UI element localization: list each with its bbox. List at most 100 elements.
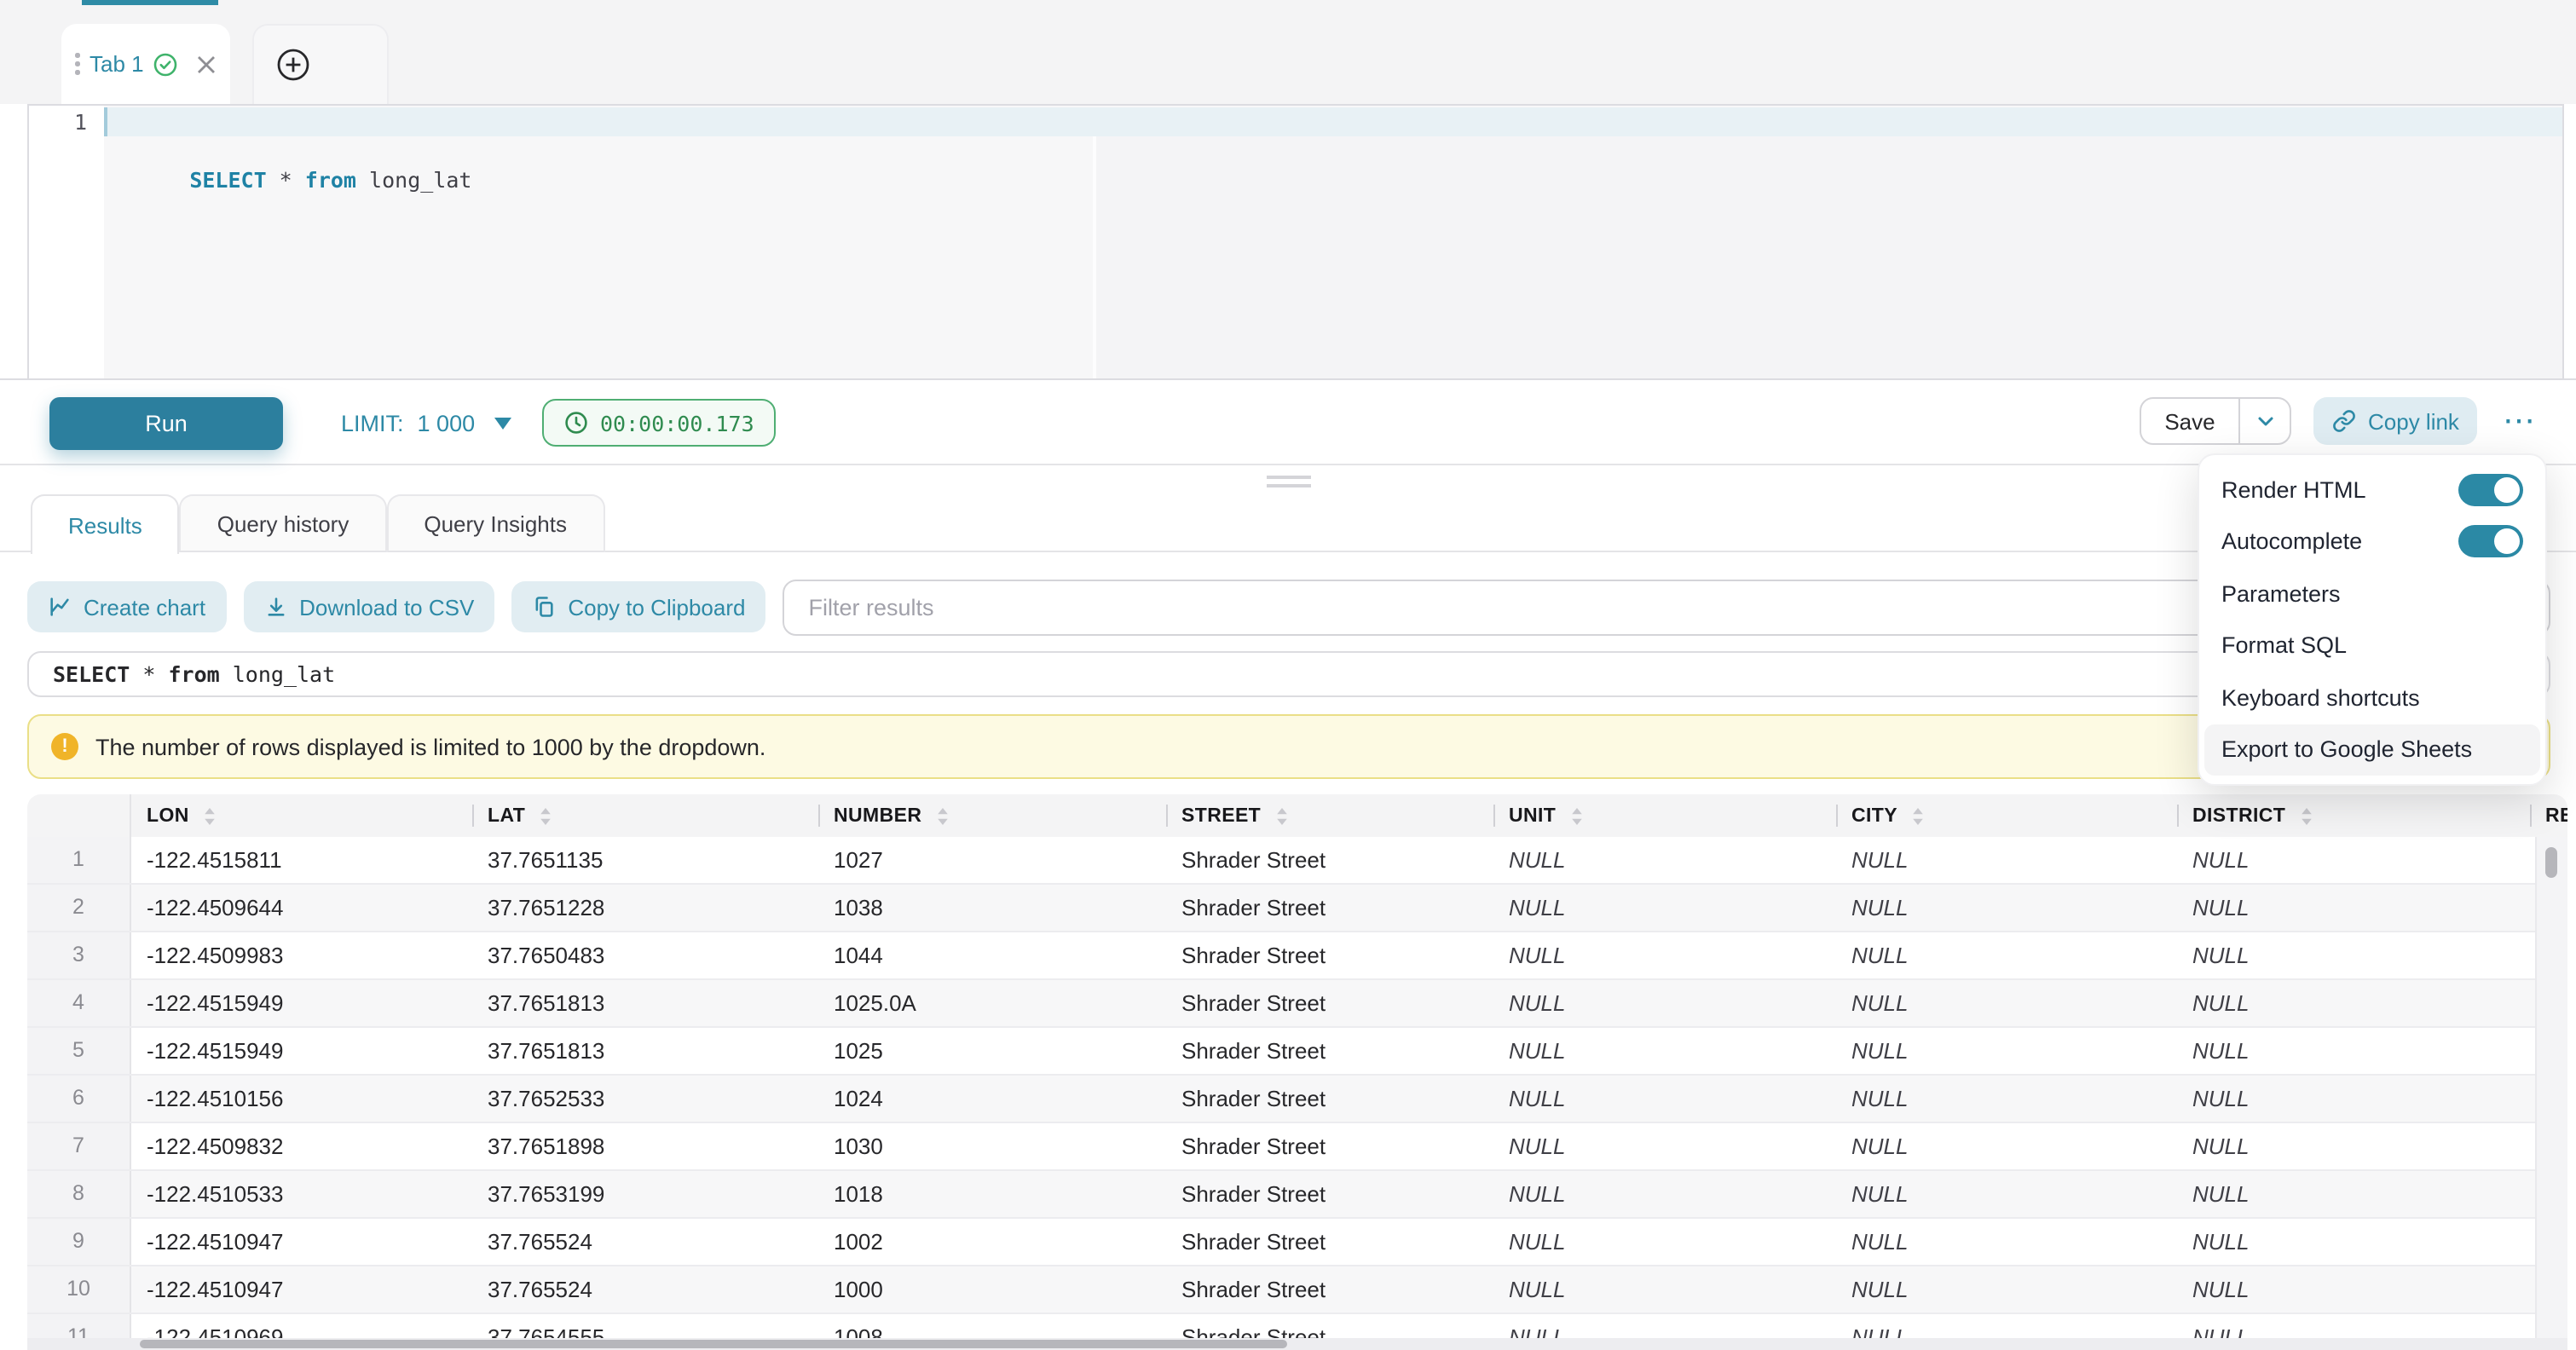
table-cell[interactable]: NULL (1493, 1266, 1836, 1312)
table-cell[interactable]: Shrader Street (1166, 885, 1493, 931)
table-cell[interactable]: 37.7651135 (472, 837, 818, 883)
table-row[interactable]: 4-122.451594937.76518131025.0AShrader St… (27, 980, 2567, 1028)
table-row[interactable]: 5-122.451594937.76518131025Shrader Stree… (27, 1028, 2567, 1076)
table-cell[interactable]: 37.7651898 (472, 1123, 818, 1169)
limit-dropdown[interactable]: LIMIT: 1 000 (341, 380, 511, 465)
table-cell[interactable]: NULL (1493, 1123, 1836, 1169)
table-cell[interactable]: NULL (1836, 1219, 2177, 1265)
menu-item-parameters[interactable]: Parameters (2199, 568, 2545, 620)
table-cell[interactable]: NULL (1836, 885, 2177, 931)
tab-query-insights[interactable]: Query Insights (386, 494, 604, 552)
table-cell[interactable]: NULL (2177, 932, 2530, 978)
table-cell[interactable]: NULL (1493, 1028, 1836, 1074)
table-cell[interactable]: Shrader Street (1166, 932, 1493, 978)
table-cell[interactable]: 1000 (818, 1266, 1166, 1312)
table-cell[interactable]: 37.7651813 (472, 1028, 818, 1074)
more-options-button[interactable]: ⋯ (2492, 397, 2547, 445)
table-cell[interactable]: 37.765524 (472, 1266, 818, 1312)
table-row[interactable]: 8-122.451053337.76531991018Shrader Stree… (27, 1171, 2567, 1219)
column-resize-handle[interactable] (472, 805, 474, 827)
table-cell[interactable]: Shrader Street (1166, 1266, 1493, 1312)
table-cell[interactable]: NULL (1836, 1171, 2177, 1217)
table-cell[interactable]: Shrader Street (1166, 1219, 1493, 1265)
table-cell[interactable]: -122.4515949 (131, 1028, 472, 1074)
table-cell[interactable]: NULL (1493, 837, 1836, 883)
download-csv-button[interactable]: Download to CSV (243, 581, 494, 632)
column-resize-handle[interactable] (2530, 805, 2532, 827)
tab-results[interactable]: Results (31, 494, 180, 554)
toggle-switch[interactable] (2458, 526, 2523, 558)
table-cell[interactable]: NULL (1493, 1076, 1836, 1122)
table-cell[interactable]: -122.4509832 (131, 1123, 472, 1169)
table-cell[interactable]: Shrader Street (1166, 980, 1493, 1026)
vertical-scrollbar[interactable] (2535, 837, 2567, 1338)
copy-link-button[interactable]: Copy link (2313, 397, 2478, 445)
column-header-street[interactable]: STREET (1166, 794, 1493, 837)
table-cell[interactable]: 1018 (818, 1171, 1166, 1217)
table-cell[interactable]: NULL (1493, 980, 1836, 1026)
table-cell[interactable]: -122.4510156 (131, 1076, 472, 1122)
table-cell[interactable]: -122.4509983 (131, 932, 472, 978)
save-button[interactable]: Save (2141, 399, 2238, 443)
run-button[interactable]: Run (49, 397, 283, 450)
table-cell[interactable]: NULL (1493, 1219, 1836, 1265)
column-resize-handle[interactable] (1836, 805, 1838, 827)
column-resize-handle[interactable] (818, 805, 820, 827)
table-cell[interactable]: NULL (2177, 1266, 2530, 1312)
table-cell[interactable]: 1025 (818, 1028, 1166, 1074)
table-cell[interactable]: -122.4510947 (131, 1266, 472, 1312)
column-header-lon[interactable]: LON (131, 794, 472, 837)
table-cell[interactable]: 37.765524 (472, 1219, 818, 1265)
table-row[interactable]: 1-122.451581137.76511351027Shrader Stree… (27, 837, 2567, 885)
table-cell[interactable]: NULL (1836, 1266, 2177, 1312)
table-cell[interactable]: NULL (2177, 837, 2530, 883)
table-cell[interactable]: Shrader Street (1166, 1123, 1493, 1169)
sql-code-editor[interactable]: 1 SELECT * from long_lat (27, 104, 2564, 378)
table-cell[interactable]: NULL (1836, 932, 2177, 978)
table-cell[interactable]: -122.4510947 (131, 1219, 472, 1265)
table-cell[interactable]: 1027 (818, 837, 1166, 883)
table-cell[interactable]: Shrader Street (1166, 837, 1493, 883)
table-row[interactable]: 9-122.451094737.7655241002Shrader Street… (27, 1219, 2567, 1266)
column-header-district[interactable]: DISTRICT (2177, 794, 2530, 837)
menu-item-autocomplete[interactable]: Autocomplete (2199, 516, 2545, 568)
table-cell[interactable]: 37.7652533 (472, 1076, 818, 1122)
table-cell[interactable]: NULL (2177, 1028, 2530, 1074)
copy-clipboard-button[interactable]: Copy to Clipboard (511, 581, 765, 632)
table-cell[interactable]: NULL (2177, 885, 2530, 931)
table-cell[interactable]: Shrader Street (1166, 1171, 1493, 1217)
table-cell[interactable]: NULL (1836, 980, 2177, 1026)
query-tab-1[interactable]: Tab 1 (61, 24, 230, 104)
vertical-scrollbar-thumb[interactable] (2545, 847, 2557, 878)
new-tab-button[interactable] (252, 24, 389, 104)
table-row[interactable]: 6-122.451015637.76525331024Shrader Stree… (27, 1076, 2567, 1123)
panel-resize-handle[interactable] (1267, 476, 1311, 493)
column-header-lat[interactable]: LAT (472, 794, 818, 837)
table-cell[interactable]: -122.4515811 (131, 837, 472, 883)
table-cell[interactable]: NULL (1493, 1171, 1836, 1217)
table-cell[interactable]: 1038 (818, 885, 1166, 931)
table-cell[interactable]: 37.7651813 (472, 980, 818, 1026)
column-resize-handle[interactable] (1493, 805, 1495, 827)
table-cell[interactable]: -122.4509644 (131, 885, 472, 931)
table-cell[interactable]: NULL (1493, 932, 1836, 978)
table-cell[interactable]: 1044 (818, 932, 1166, 978)
table-cell[interactable]: Shrader Street (1166, 1028, 1493, 1074)
table-cell[interactable]: 37.7653199 (472, 1171, 818, 1217)
table-cell[interactable]: NULL (2177, 980, 2530, 1026)
menu-item-export-to-google-sheets[interactable]: Export to Google Sheets (2204, 724, 2540, 776)
table-row[interactable]: 3-122.450998337.76504831044Shrader Stree… (27, 932, 2567, 980)
save-options-button[interactable] (2238, 399, 2290, 443)
column-header-re[interactable]: RE (2530, 794, 2567, 837)
table-cell[interactable]: 37.7650483 (472, 932, 818, 978)
table-cell[interactable]: 1002 (818, 1219, 1166, 1265)
table-cell[interactable]: NULL (1836, 1076, 2177, 1122)
table-row[interactable]: 10-122.451094737.7655241000Shrader Stree… (27, 1266, 2567, 1314)
table-cell[interactable]: NULL (1836, 837, 2177, 883)
menu-item-format-sql[interactable]: Format SQL (2199, 620, 2545, 672)
table-cell[interactable]: NULL (2177, 1171, 2530, 1217)
table-cell[interactable]: 1024 (818, 1076, 1166, 1122)
table-cell[interactable]: 1025.0A (818, 980, 1166, 1026)
table-cell[interactable]: NULL (2177, 1123, 2530, 1169)
table-cell[interactable]: -122.4515949 (131, 980, 472, 1026)
